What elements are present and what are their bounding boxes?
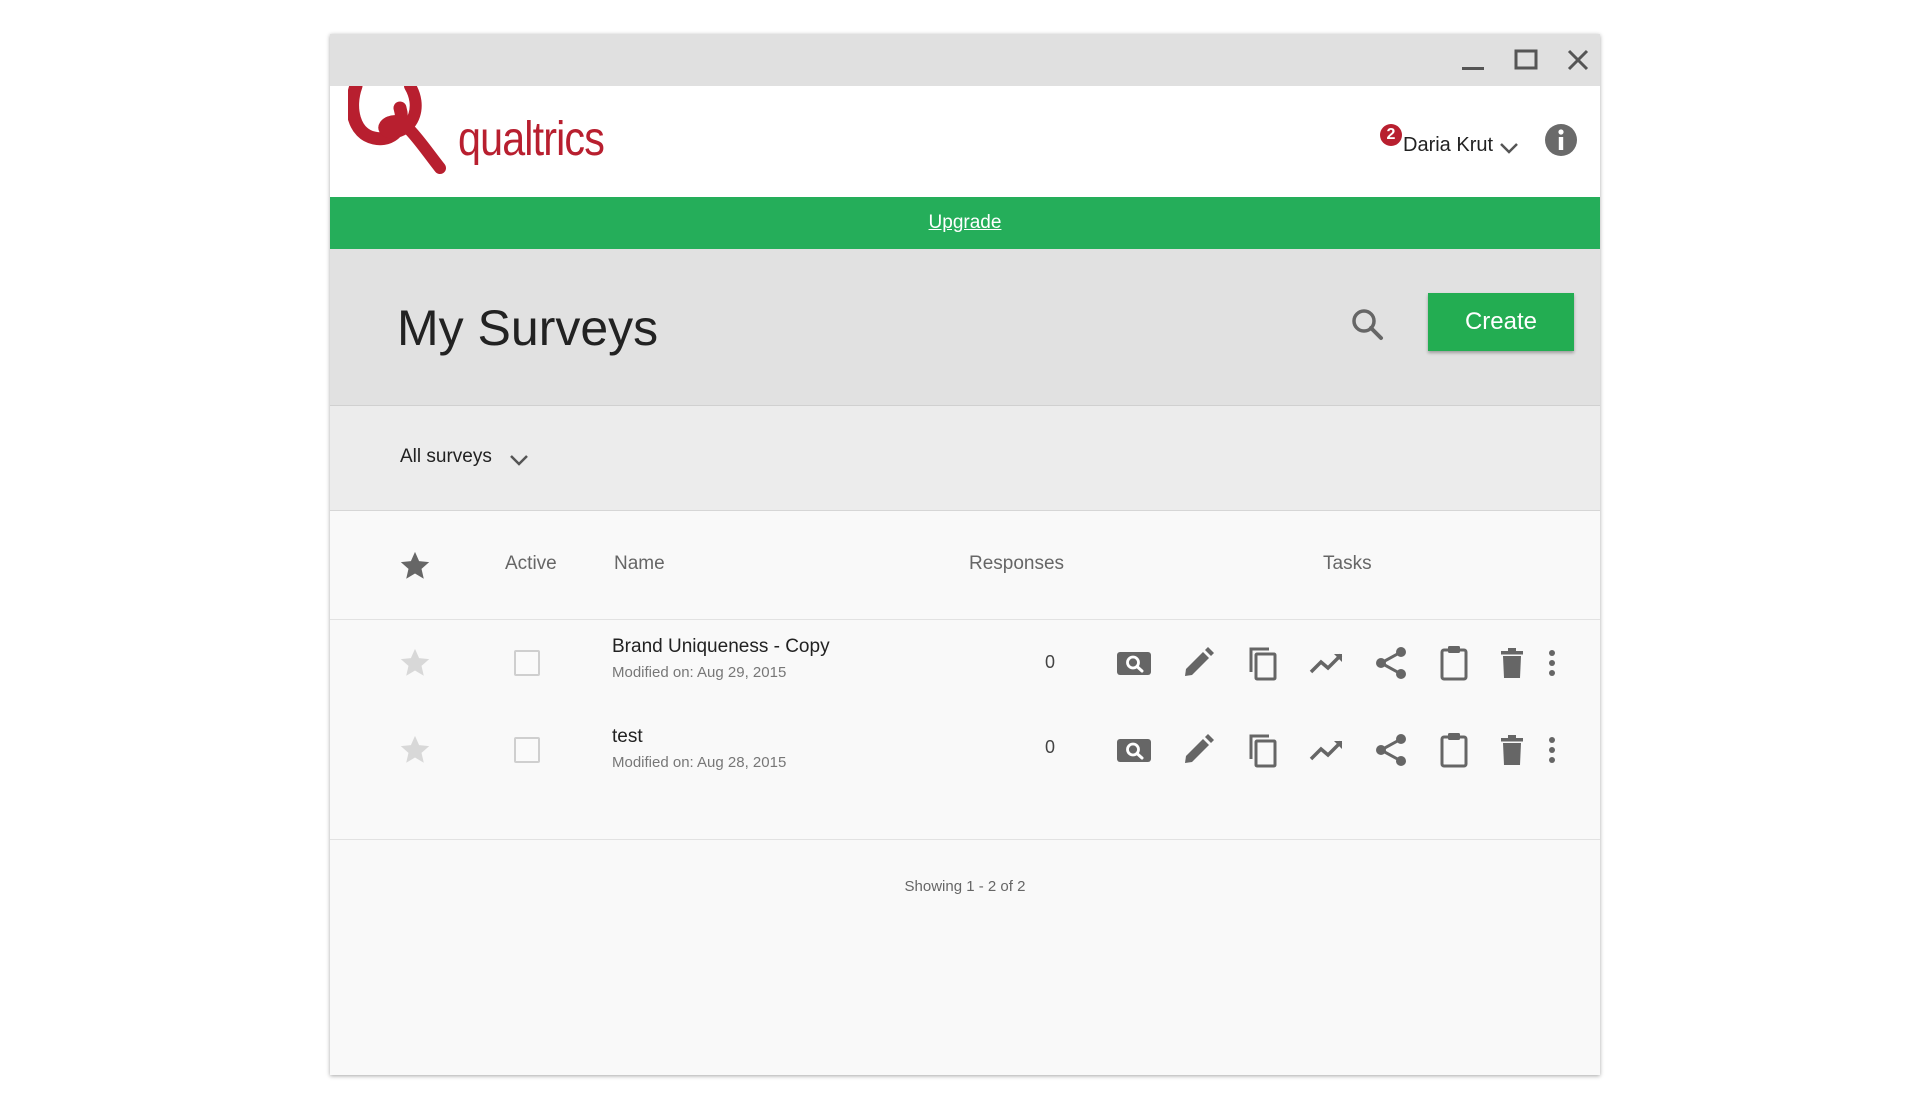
- qualtrics-logo[interactable]: [346, 79, 458, 181]
- info-icon[interactable]: [1543, 122, 1579, 158]
- survey-name[interactable]: test: [612, 726, 643, 748]
- pagination-summary: Showing 1 - 2 of 2: [904, 878, 1026, 895]
- edit-icon[interactable]: [1178, 643, 1218, 683]
- survey-filter-dropdown[interactable]: All surveys: [400, 444, 540, 474]
- preview-icon[interactable]: [1114, 643, 1154, 683]
- survey-responses: 0: [1044, 737, 1055, 757]
- star-header-icon[interactable]: [398, 549, 432, 583]
- create-button[interactable]: Create: [1428, 293, 1574, 351]
- active-checkbox[interactable]: [514, 737, 540, 763]
- survey-modified-date: Modified on: Aug 28, 2015: [612, 754, 787, 771]
- clipboard-icon[interactable]: [1434, 643, 1474, 683]
- app-header: qualtrics 2 Daria Krut: [330, 79, 1600, 197]
- table-footer: Showing 1 - 2 of 2: [330, 839, 1600, 1075]
- edit-icon[interactable]: [1178, 730, 1218, 770]
- chevron-down-icon: [510, 455, 528, 466]
- page-title: My Surveys: [397, 300, 659, 356]
- minimize-icon[interactable]: [1455, 42, 1491, 78]
- clipboard-icon[interactable]: [1434, 730, 1474, 770]
- more-icon[interactable]: [1540, 643, 1564, 683]
- more-icon[interactable]: [1540, 730, 1564, 770]
- table-row: test Modified on: Aug 28, 2015 0: [330, 726, 1600, 836]
- chevron-down-icon: [1500, 143, 1518, 154]
- star-icon[interactable]: [398, 646, 432, 680]
- search-icon[interactable]: [1348, 305, 1388, 345]
- notification-badge[interactable]: 2: [1380, 124, 1402, 146]
- reports-icon[interactable]: [1307, 643, 1347, 683]
- star-icon[interactable]: [398, 733, 432, 767]
- brand-name: qualtrics: [458, 113, 605, 166]
- upgrade-link[interactable]: Upgrade: [929, 212, 1002, 233]
- delete-icon[interactable]: [1492, 643, 1532, 683]
- survey-name[interactable]: Brand Uniqueness - Copy: [612, 636, 830, 658]
- share-icon[interactable]: [1371, 730, 1411, 770]
- title-bar: [330, 34, 1600, 86]
- delete-icon[interactable]: [1492, 730, 1532, 770]
- header-active[interactable]: Active: [505, 553, 557, 575]
- app-window: qualtrics 2 Daria Krut Upgrade My Survey…: [330, 34, 1600, 1075]
- share-icon[interactable]: [1371, 643, 1411, 683]
- title-section: My Surveys Create: [330, 249, 1600, 406]
- table-row: Brand Uniqueness - Copy Modified on: Aug…: [330, 620, 1600, 728]
- upgrade-bar: Upgrade: [330, 197, 1600, 249]
- header-tasks: Tasks: [1323, 553, 1372, 574]
- copy-icon[interactable]: [1242, 643, 1282, 683]
- header-name[interactable]: Name: [614, 553, 665, 575]
- reports-icon[interactable]: [1307, 730, 1347, 770]
- survey-modified-date: Modified on: Aug 29, 2015: [612, 664, 787, 681]
- close-icon[interactable]: [1560, 42, 1596, 78]
- table-header: Active Name Responses Tasks: [330, 511, 1600, 620]
- user-name: Daria Krut: [1403, 134, 1494, 156]
- preview-icon[interactable]: [1114, 730, 1154, 770]
- filter-label: All surveys: [400, 446, 492, 467]
- header-responses[interactable]: Responses: [969, 553, 1064, 575]
- copy-icon[interactable]: [1242, 730, 1282, 770]
- survey-responses: 0: [1044, 652, 1055, 672]
- filter-bar: All surveys: [330, 406, 1600, 511]
- active-checkbox[interactable]: [514, 650, 540, 676]
- maximize-icon[interactable]: [1508, 42, 1544, 78]
